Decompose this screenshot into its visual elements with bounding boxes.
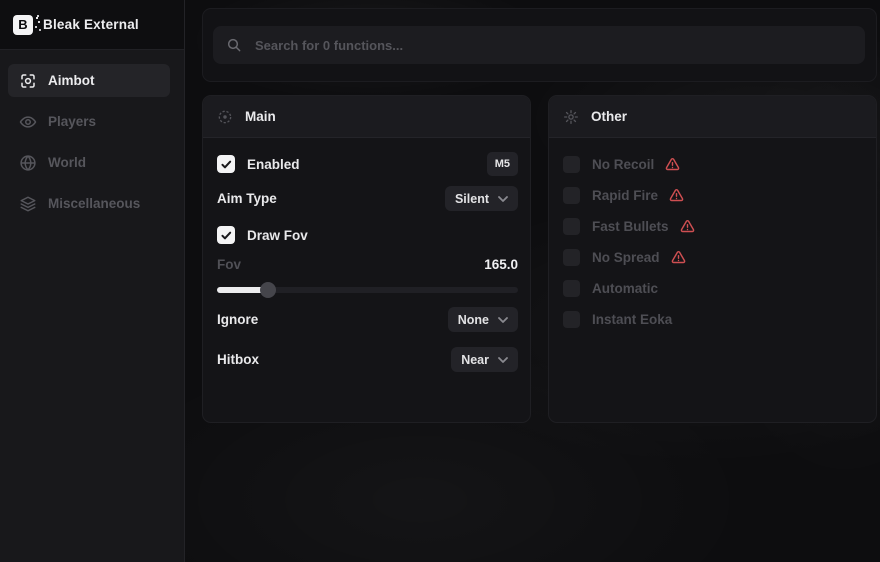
warning-icon <box>671 250 686 265</box>
aim-type-value: Silent <box>455 192 489 206</box>
layers-icon <box>19 195 37 213</box>
no-spread-checkbox[interactable] <box>563 249 580 266</box>
ignore-dropdown[interactable]: None <box>448 307 518 332</box>
aim-type-dropdown[interactable]: Silent <box>445 186 518 211</box>
feature-row-fast-bullets: Fast Bullets <box>563 214 864 238</box>
feature-row-instant-eoka: Instant Eoka <box>563 307 864 331</box>
search-input[interactable]: Search for 0 functions... <box>213 26 865 64</box>
no-spread-label: No Spread <box>592 250 660 265</box>
draw-fov-checkbox[interactable] <box>217 226 235 244</box>
aim-type-label: Aim Type <box>217 191 277 206</box>
other-panel-header: Other <box>549 96 876 138</box>
sidebar-header: B Bleak External <box>0 0 184 50</box>
sidebar-item-label: Aimbot <box>48 73 95 88</box>
draw-fov-row: Draw Fov <box>217 224 518 246</box>
gear-icon <box>563 109 579 125</box>
app-title: Bleak External <box>43 17 139 32</box>
sidebar-item-aimbot[interactable]: Aimbot <box>8 64 170 97</box>
fast-bullets-label: Fast Bullets <box>592 219 669 234</box>
crosshair-icon <box>19 72 37 90</box>
sidebar-item-label: World <box>48 155 86 170</box>
search-container: Search for 0 functions... <box>202 8 877 82</box>
eye-icon <box>19 113 37 131</box>
chevron-down-icon <box>498 317 508 323</box>
enabled-label: Enabled <box>247 157 300 172</box>
main-panel-title: Main <box>245 109 276 124</box>
enabled-row: Enabled M5 <box>217 152 518 176</box>
hitbox-dropdown[interactable]: Near <box>451 347 518 372</box>
rapid-fire-checkbox[interactable] <box>563 187 580 204</box>
feature-row-no-recoil: No Recoil <box>563 152 864 176</box>
sidebar-item-miscellaneous[interactable]: Miscellaneous <box>8 187 170 220</box>
sidebar-item-label: Miscellaneous <box>48 196 140 211</box>
no-recoil-label: No Recoil <box>592 157 654 172</box>
warning-icon <box>680 219 695 234</box>
hitbox-value: Near <box>461 353 489 367</box>
automatic-checkbox[interactable] <box>563 280 580 297</box>
fov-slider-thumb[interactable] <box>260 282 276 298</box>
warning-icon <box>665 157 680 172</box>
ignore-value: None <box>458 313 489 327</box>
instant-eoka-label: Instant Eoka <box>592 312 672 327</box>
globe-icon <box>19 154 37 172</box>
other-panel: Other No Recoil Rapid Fire Fast Bullets … <box>548 95 877 423</box>
fov-slider[interactable] <box>217 282 518 298</box>
chevron-down-icon <box>498 196 508 202</box>
check-icon <box>221 160 232 169</box>
other-panel-title: Other <box>591 109 627 124</box>
instant-eoka-checkbox[interactable] <box>563 311 580 328</box>
draw-fov-label: Draw Fov <box>247 228 308 243</box>
ignore-label: Ignore <box>217 312 258 327</box>
fast-bullets-checkbox[interactable] <box>563 218 580 235</box>
sidebar-nav: Aimbot Players World Miscellaneous <box>0 50 184 220</box>
fov-value: 165.0 <box>484 257 518 272</box>
feature-row-rapid-fire: Rapid Fire <box>563 183 864 207</box>
app-logo-icon: B <box>13 15 33 35</box>
app-window: B Bleak External Aimbot Players World Mi… <box>0 0 880 562</box>
sidebar: B Bleak External Aimbot Players World Mi… <box>0 0 185 562</box>
main-panel: Main Enabled M5 Aim Type Silent Draw Fov <box>202 95 531 423</box>
main-panel-header: Main <box>203 96 530 138</box>
no-recoil-checkbox[interactable] <box>563 156 580 173</box>
hitbox-label: Hitbox <box>217 352 259 367</box>
rapid-fire-label: Rapid Fire <box>592 188 658 203</box>
feature-row-automatic: Automatic <box>563 276 864 300</box>
feature-row-no-spread: No Spread <box>563 245 864 269</box>
other-feature-list: No Recoil Rapid Fire Fast Bullets No Spr… <box>549 138 876 331</box>
hitbox-row: Hitbox Near <box>217 347 518 372</box>
sidebar-item-world[interactable]: World <box>8 146 170 179</box>
enabled-checkbox[interactable] <box>217 155 235 173</box>
search-icon <box>226 37 242 53</box>
sidebar-item-label: Players <box>48 114 96 129</box>
enabled-keybind-button[interactable]: M5 <box>487 152 518 176</box>
fov-row: Fov 165.0 <box>217 256 518 272</box>
warning-icon <box>669 188 684 203</box>
chevron-down-icon <box>498 357 508 363</box>
check-icon <box>221 231 232 240</box>
target-icon <box>217 109 233 125</box>
ignore-row: Ignore None <box>217 307 518 332</box>
sidebar-item-players[interactable]: Players <box>8 105 170 138</box>
aim-type-row: Aim Type Silent <box>217 186 518 211</box>
search-placeholder: Search for 0 functions... <box>255 38 403 53</box>
automatic-label: Automatic <box>592 281 658 296</box>
fov-label: Fov <box>217 257 241 272</box>
